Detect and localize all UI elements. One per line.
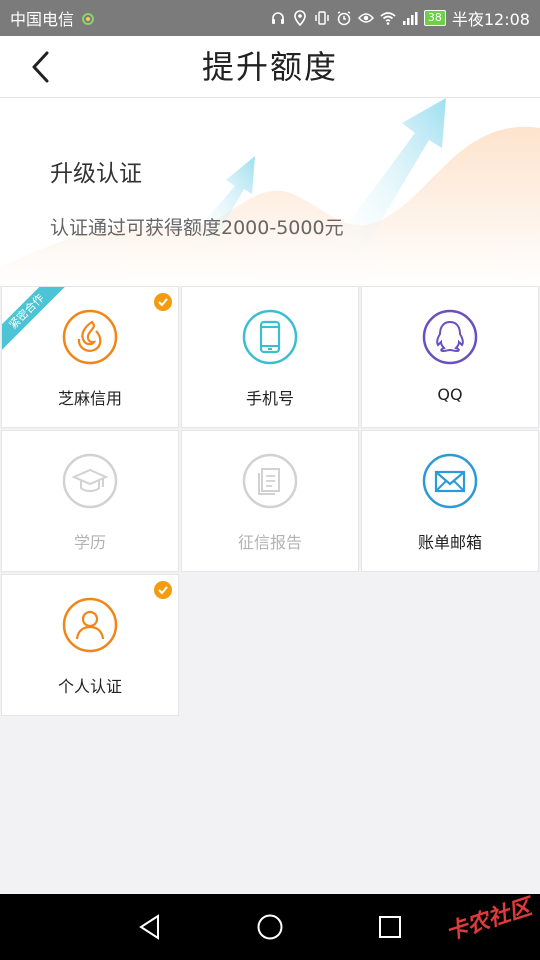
- nav-back-button[interactable]: [130, 907, 170, 947]
- battery-icon: 38: [423, 10, 446, 26]
- vibrate-icon: [315, 11, 329, 25]
- banner-subtitle: 认证通过可获得额度2000-5000元: [50, 217, 344, 239]
- status-time: 半夜12:08: [451, 10, 530, 29]
- sesame-flame-icon: [62, 309, 118, 365]
- banner-title: 升级认证: [50, 161, 142, 187]
- card-personal-verification[interactable]: 个人认证: [1, 574, 179, 716]
- card-education[interactable]: 学历: [1, 430, 179, 572]
- wifi-icon: [380, 12, 396, 25]
- nav-recent-button[interactable]: [370, 907, 410, 947]
- nav-recent-icon: [379, 916, 401, 938]
- status-bar: 中国电信 38 半夜12:08: [0, 0, 540, 36]
- signal-icon: [402, 12, 418, 25]
- card-credit-report[interactable]: 征信报告: [181, 430, 359, 572]
- card-label: 手机号: [245, 389, 294, 408]
- envelope-icon: [422, 453, 478, 509]
- carrier-name: 中国电信: [10, 10, 75, 29]
- card-phone-number[interactable]: 手机号: [181, 286, 359, 428]
- checkmark-icon: [154, 581, 172, 599]
- carrier-signal-icon: [82, 13, 95, 25]
- location-icon: [294, 10, 306, 26]
- nav-home-icon: [257, 914, 283, 940]
- page-title: 提升额度: [201, 48, 338, 86]
- card-qq[interactable]: QQ: [361, 286, 539, 428]
- nav-home-button[interactable]: [250, 907, 290, 947]
- watermark-logo: 卡农社区: [443, 894, 535, 946]
- card-bill-email[interactable]: 账单邮箱: [361, 430, 539, 572]
- headset-icon: [271, 12, 284, 24]
- alarm-icon: [337, 11, 351, 26]
- card-label: 学历: [73, 533, 106, 552]
- person-icon: [62, 597, 118, 653]
- nav-back-icon: [139, 914, 159, 940]
- card-label: QQ: [437, 385, 463, 404]
- card-label: 个人认证: [57, 677, 122, 696]
- system-nav-bar: 卡农社区: [0, 894, 540, 960]
- battery-level: 38: [423, 10, 446, 26]
- card-sesame-credit[interactable]: 紧密合作 芝麻信用: [1, 286, 179, 428]
- qq-penguin-icon: [422, 309, 478, 365]
- eye-icon: [357, 13, 374, 23]
- card-label: 账单邮箱: [417, 533, 482, 552]
- phone-icon: [242, 309, 298, 365]
- banner-background-illustration: [0, 98, 540, 286]
- card-label: 征信报告: [237, 533, 302, 552]
- carrier-group: 中国电信: [10, 6, 96, 30]
- status-icons: 38 半夜12:08: [270, 6, 530, 30]
- banner: 升级认证 认证通过可获得额度2000-5000元: [0, 98, 540, 286]
- graduation-cap-icon: [62, 453, 118, 509]
- card-label: 芝麻信用: [57, 389, 122, 408]
- title-bar: 提升额度: [0, 36, 540, 98]
- document-icon: [242, 453, 298, 509]
- checkmark-icon: [154, 293, 172, 311]
